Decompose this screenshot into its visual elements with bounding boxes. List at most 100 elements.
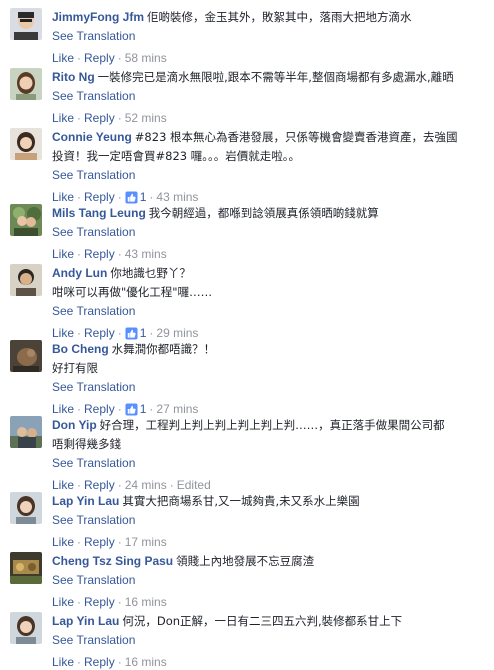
like-count[interactable]: 1 xyxy=(125,401,147,417)
reply-link[interactable]: Reply xyxy=(84,189,115,205)
comment-actions: Like · Reply · 16 mins xyxy=(52,654,488,670)
comment-actions: Like · Reply · 16 mins xyxy=(52,594,488,610)
comment-line: Cheng Tsz Sing Pasu 領賤上內地發展不忘豆腐渣 xyxy=(52,552,488,571)
comment-line: Connie Yeung #823 根本無心為香港發展，只係等機會變賣香港資產，去… xyxy=(52,128,488,147)
like-link[interactable]: Like xyxy=(52,477,74,493)
comment-text: 領賤上內地發展不忘豆腐渣 xyxy=(176,554,315,568)
comment-actions: Like · Reply · 17 mins xyxy=(52,534,488,550)
timestamp[interactable]: 24 mins xyxy=(125,477,167,493)
like-link[interactable]: Like xyxy=(52,594,74,610)
separator: · xyxy=(169,478,174,492)
reply-link[interactable]: Reply xyxy=(84,594,115,610)
see-translation-link[interactable]: See Translation xyxy=(52,27,488,46)
like-link[interactable]: Like xyxy=(52,325,74,341)
see-translation-link[interactable]: See Translation xyxy=(52,87,488,106)
comment-body: JimmyFong Jfm 佢啲裝修，金玉其外，敗絮其中，落雨大把地方滴水 See… xyxy=(52,8,488,66)
timestamp[interactable]: 16 mins xyxy=(125,654,167,670)
like-count[interactable]: 1 xyxy=(125,325,146,341)
comment-actions: Like · Reply · 1 · 43 mins xyxy=(52,189,488,205)
comment-actions: Like · Reply · 58 mins xyxy=(52,50,488,66)
comment-author[interactable]: Connie Yeung xyxy=(52,130,132,144)
avatar[interactable] xyxy=(10,552,42,584)
comment-author[interactable]: Don Yip xyxy=(52,418,97,432)
timestamp[interactable]: 27 mins xyxy=(156,401,198,417)
separator: · xyxy=(77,402,82,416)
separator: · xyxy=(149,402,154,416)
like-link[interactable]: Like xyxy=(52,654,74,670)
comment-text: #823 根本無心為香港發展，只係等機會變賣香港資產，去強國 xyxy=(134,130,458,144)
comment-text: 我今朝經過，都喺到諗領展真係領晒啲錢就算 xyxy=(148,206,379,220)
like-link[interactable]: Like xyxy=(52,401,74,417)
see-translation-link[interactable]: See Translation xyxy=(52,631,488,650)
like-count-value: 1 xyxy=(139,402,147,416)
separator: · xyxy=(117,51,122,65)
avatar[interactable] xyxy=(10,492,42,524)
see-translation-link[interactable]: See Translation xyxy=(52,571,488,590)
comment-author[interactable]: Rito Ng xyxy=(52,70,95,84)
reply-link[interactable]: Reply xyxy=(84,50,115,66)
comment-text: 你地識乜野丫？ xyxy=(110,266,191,280)
like-link[interactable]: Like xyxy=(52,110,74,126)
separator: · xyxy=(149,190,154,204)
separator: · xyxy=(77,595,82,609)
reply-link[interactable]: Reply xyxy=(84,110,115,126)
reply-link[interactable]: Reply xyxy=(84,246,115,262)
like-count[interactable]: 1 xyxy=(125,189,146,205)
separator: · xyxy=(117,478,122,492)
comment-body: Don Yip 好合理，工程判上判上判上判上判上判……，真正落手做果間公司都 唔剩… xyxy=(52,416,488,493)
avatar[interactable] xyxy=(10,68,42,100)
comment-body: Andy Lun 你地識乜野丫？ 咁咪可以再做"優化工程"囉…… See Tran… xyxy=(52,264,488,341)
see-translation-link[interactable]: See Translation xyxy=(52,166,488,185)
like-link[interactable]: Like xyxy=(52,189,74,205)
separator: · xyxy=(117,535,122,549)
avatar[interactable] xyxy=(10,204,42,236)
separator: · xyxy=(117,190,122,204)
timestamp[interactable]: 58 mins xyxy=(125,50,167,66)
avatar[interactable] xyxy=(10,8,42,40)
see-translation-link[interactable]: See Translation xyxy=(52,511,488,530)
comment-author[interactable]: Bo Cheng xyxy=(52,342,109,356)
see-translation-link[interactable]: See Translation xyxy=(52,223,488,242)
comment-author[interactable]: Mils Tang Leung xyxy=(52,206,146,220)
avatar[interactable] xyxy=(10,128,42,160)
comment-actions: Like · Reply · 24 mins · Edited xyxy=(52,477,488,493)
timestamp[interactable]: 16 mins xyxy=(125,594,167,610)
like-link[interactable]: Like xyxy=(52,246,74,262)
edited-label[interactable]: Edited xyxy=(177,477,211,493)
timestamp[interactable]: 17 mins xyxy=(125,534,167,550)
avatar[interactable] xyxy=(10,612,42,644)
timestamp[interactable]: 43 mins xyxy=(125,246,167,262)
see-translation-link[interactable]: See Translation xyxy=(52,454,488,473)
see-translation-link[interactable]: See Translation xyxy=(52,378,488,397)
reply-link[interactable]: Reply xyxy=(84,325,115,341)
see-translation-link[interactable]: See Translation xyxy=(52,302,488,321)
separator: · xyxy=(117,326,122,340)
comment-author[interactable]: Andy Lun xyxy=(52,266,107,280)
like-link[interactable]: Like xyxy=(52,50,74,66)
timestamp[interactable]: 52 mins xyxy=(125,110,167,126)
comment-body: Lap Yin Lau 何況，Don正解，一日有二三四五六判,裝修都系甘上下 Se… xyxy=(52,612,488,670)
comment-actions: Like · Reply · 43 mins xyxy=(52,246,488,262)
comment-author[interactable]: Cheng Tsz Sing Pasu xyxy=(52,554,173,568)
timestamp[interactable]: 43 mins xyxy=(156,189,198,205)
comment-author[interactable]: JimmyFong Jfm xyxy=(52,10,144,24)
avatar[interactable] xyxy=(10,340,42,372)
comment-author[interactable]: Lap Yin Lau xyxy=(52,614,119,628)
reply-link[interactable]: Reply xyxy=(84,654,115,670)
separator: · xyxy=(149,326,154,340)
comment-text: 一裝修完已是滴水無限啦,跟本不需等半年,整個商場都有多處漏水,離晒 xyxy=(97,70,454,84)
comment-body: Bo Cheng 水舞澗你都唔識？！ 好打有限 See Translation L… xyxy=(52,340,488,417)
timestamp[interactable]: 29 mins xyxy=(156,325,198,341)
avatar[interactable] xyxy=(10,416,42,448)
separator: · xyxy=(77,51,82,65)
separator: · xyxy=(117,111,122,125)
avatar[interactable] xyxy=(10,264,42,296)
reply-link[interactable]: Reply xyxy=(84,401,115,417)
reply-link[interactable]: Reply xyxy=(84,477,115,493)
like-link[interactable]: Like xyxy=(52,534,74,550)
separator: · xyxy=(77,190,82,204)
comment-text-continued: 投資！我一定唔會買#823 囉。。。岩價就走啦。。 xyxy=(52,149,300,163)
comment-body: Rito Ng 一裝修完已是滴水無限啦,跟本不需等半年,整個商場都有多處漏水,離晒… xyxy=(52,68,488,126)
comment-author[interactable]: Lap Yin Lau xyxy=(52,494,119,508)
reply-link[interactable]: Reply xyxy=(84,534,115,550)
